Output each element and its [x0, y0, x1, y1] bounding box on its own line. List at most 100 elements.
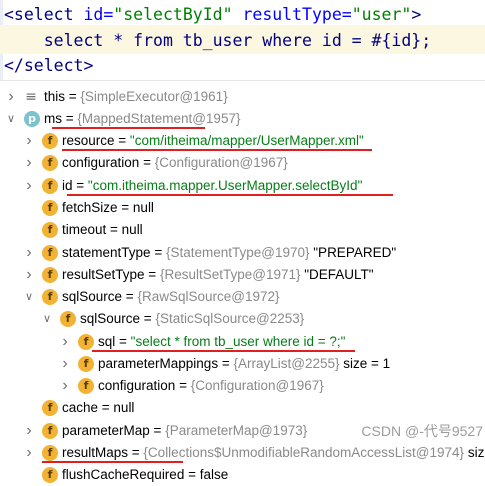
literal-value: "DEFAULT": [300, 267, 374, 282]
chevron-right-icon[interactable]: ›: [60, 375, 70, 397]
literal-value: null: [132, 200, 154, 215]
chevron-right-icon[interactable]: ›: [60, 353, 70, 375]
equals-sign: =: [72, 178, 88, 193]
tree-row[interactable]: › f statementType = {StatementType@1970} "…: [0, 242, 485, 264]
variable-icon: ≡: [25, 89, 37, 105]
field-icon: f: [42, 423, 58, 439]
literal-value: null: [121, 222, 143, 237]
tree-row[interactable]: f fetchSize = null: [0, 197, 485, 219]
tree-row-text: fetchSize = null: [62, 197, 154, 219]
equals-sign: =: [128, 445, 144, 460]
tree-row[interactable]: › f parameterMappings = {ArrayList@2255} s…: [0, 353, 485, 375]
type-reference: {RawSqlSource@1972}: [137, 289, 280, 304]
code-line-3: </select>: [4, 56, 94, 75]
tree-row[interactable]: f flushCacheRequired = false: [0, 464, 485, 486]
equals-sign: =: [149, 423, 166, 438]
field-icon: f: [42, 400, 58, 416]
field-icon: f: [78, 356, 94, 372]
code-editor[interactable]: <select id="selectById" resultType="user…: [0, 0, 485, 81]
tree-row-text: timeout = null: [62, 219, 143, 241]
chevron-right-icon[interactable]: ›: [24, 264, 34, 286]
literal-value: false: [199, 467, 229, 482]
equals-sign: =: [175, 378, 191, 393]
red-annotation-underline: [62, 149, 372, 151]
variable-name: this: [44, 89, 66, 104]
field-icon: f: [78, 378, 94, 394]
equals-sign: =: [65, 89, 81, 104]
equals-sign: =: [184, 467, 200, 482]
equals-sign: =: [62, 111, 78, 126]
tree-row[interactable]: › f resultSetType = {ResultSetType@1971} "…: [0, 264, 485, 286]
chevron-down-icon[interactable]: ∨: [6, 108, 16, 130]
type-reference: {Configuration@1967}: [154, 155, 288, 170]
red-annotation-underline: [92, 350, 355, 352]
type-reference: {MappedStatement@1957}: [77, 111, 241, 126]
code-line-1: <select id="selectById" resultType="user…: [4, 3, 421, 27]
tree-row-text: sqlSource = {RawSqlSource@1972}: [62, 286, 279, 308]
equals-sign: =: [115, 334, 131, 349]
type-reference: {Collections$UnmodifiableRandomAccessLis…: [143, 445, 465, 460]
field-icon: f: [42, 467, 58, 483]
tree-row-text: statementType = {StatementType@1970} "PR…: [62, 242, 396, 264]
chevron-down-icon[interactable]: ∨: [42, 308, 52, 330]
red-annotation-underline: [42, 461, 183, 463]
xml-tag-close: >: [411, 5, 422, 24]
equals-sign: =: [140, 311, 156, 326]
tree-row[interactable]: f timeout = null: [0, 219, 485, 241]
tree-row[interactable]: ∨ f sqlSource = {StaticSqlSource@2253}: [0, 308, 485, 330]
tree-row[interactable]: f cache = null: [0, 397, 485, 419]
literal-value: size: [467, 445, 485, 460]
tree-row[interactable]: ∨ f sqlSource = {RawSqlSource@1972}: [0, 286, 485, 308]
variable-name: fetchSize: [62, 200, 118, 215]
chevron-right-icon[interactable]: ›: [6, 86, 16, 108]
field-icon: f: [42, 267, 58, 283]
variable-name: ms: [44, 111, 62, 126]
field-icon: f: [42, 289, 58, 305]
watermark: CSDN @-代号9527: [361, 423, 483, 439]
variable-name: flushCacheRequired: [62, 467, 185, 482]
chevron-down-icon[interactable]: ∨: [24, 286, 34, 308]
tree-row[interactable]: › ≡ this = {SimpleExecutor@1961}: [0, 86, 485, 108]
chevron-right-icon[interactable]: ›: [24, 175, 34, 197]
type-reference: {StaticSqlSource@2253}: [155, 311, 305, 326]
equals-sign: =: [114, 133, 130, 148]
tree-row[interactable]: › f configuration = {Configuration@1967}: [0, 375, 485, 397]
field-icon: f: [42, 133, 58, 149]
field-icon: f: [42, 445, 58, 461]
variable-name: sqlSource: [62, 289, 123, 304]
type-reference: {Configuration@1967}: [190, 378, 324, 393]
variable-name: cache: [62, 400, 99, 415]
tree-row-text: parameterMappings = {ArrayList@2255} siz…: [98, 353, 390, 375]
tree-row-text: flushCacheRequired = false: [62, 464, 228, 486]
type-reference: {SimpleExecutor@1961}: [80, 89, 228, 104]
variable-name: statementType: [62, 245, 151, 260]
variable-name: resultMaps: [62, 445, 129, 460]
variable-name: resultSetType: [62, 267, 145, 282]
type-reference: {ResultSetType@1971}: [159, 267, 301, 282]
chevron-right-icon[interactable]: ›: [24, 242, 34, 264]
xml-attr-id: id=: [73, 5, 114, 24]
equals-sign: =: [117, 200, 133, 215]
tree-row-text: this = {SimpleExecutor@1961}: [44, 86, 228, 108]
chevron-right-icon[interactable]: ›: [24, 152, 34, 174]
equals-sign: =: [150, 245, 166, 260]
type-reference: {ParameterMap@1973}: [165, 423, 308, 438]
xml-attr-id-value: "selectById": [113, 5, 233, 24]
string-value: "com/itheima/mapper/UserMapper.xml": [129, 133, 364, 148]
red-annotation-underline: [67, 194, 393, 196]
chevron-right-icon[interactable]: ›: [60, 331, 70, 353]
equals-sign: =: [218, 356, 234, 371]
tree-row[interactable]: › f configuration = {Configuration@1967}: [0, 152, 485, 174]
parameter-icon: p: [24, 111, 40, 127]
string-value: "select * from tb_user where id = ?;": [130, 334, 346, 349]
variable-name: sqlSource: [80, 311, 141, 326]
field-icon: f: [42, 178, 58, 194]
xml-attr-resulttype-value: "user": [351, 5, 412, 24]
chevron-right-icon[interactable]: ›: [24, 130, 34, 152]
chevron-right-icon[interactable]: ›: [24, 420, 34, 442]
chevron-right-icon[interactable]: ›: [24, 442, 34, 464]
literal-value: size = 1: [339, 356, 391, 371]
tree-row-text: configuration = {Configuration@1967}: [98, 375, 324, 397]
equals-sign: =: [106, 222, 122, 237]
literal-value: null: [113, 400, 135, 415]
